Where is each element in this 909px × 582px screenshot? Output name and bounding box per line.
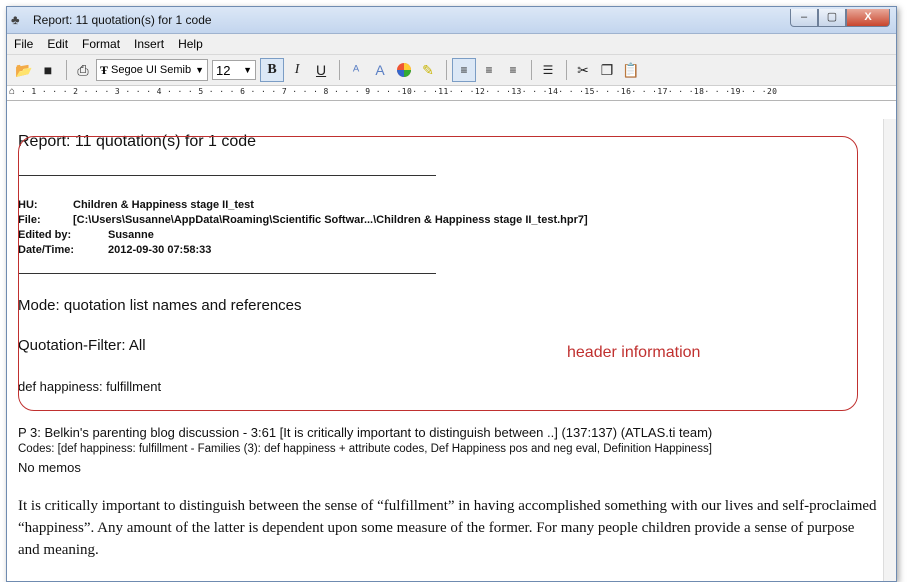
title-bar[interactable]: ♣ Report: 11 quotation(s) for 1 code – ▢… [7, 7, 896, 34]
minimize-button[interactable]: – [790, 9, 818, 27]
hu-line: HU: Children & Happiness stage II_test [18, 199, 254, 211]
menu-bar: File Edit Format Insert Help [7, 34, 896, 55]
edited-line: Edited by: Susanne [18, 229, 154, 241]
atlas-app-icon: ♣ [11, 12, 20, 27]
date-line: Date/Time: 2012-09-30 07:58:33 [18, 244, 211, 256]
toolbar-separator [339, 60, 341, 80]
color-wheel-icon[interactable] [393, 59, 415, 81]
quotation-text: It is critically important to distinguis… [18, 498, 877, 558]
format-toolbar: 📂 ■ ⎙ Ŧ Segoe UI Semib ▼ 12 ▼ B I U ᴬ A … [7, 55, 896, 86]
bold-button[interactable]: B [260, 58, 285, 82]
toolbar-separator [566, 60, 568, 80]
toolbar-separator [66, 60, 67, 80]
truetype-icon: Ŧ [100, 62, 109, 77]
font-size-value: 12 [216, 62, 231, 78]
print-icon[interactable]: ⎙ [72, 59, 94, 81]
code-line: def happiness: fulfillment [18, 379, 162, 394]
grow-font-icon[interactable]: A [369, 59, 391, 81]
menu-insert[interactable]: Insert [127, 37, 171, 51]
file-line: File: [C:\Users\Susanne\AppData\Roaming\S… [18, 214, 588, 226]
quotation-codes: Codes: [def happiness: fulfillment - Fam… [18, 443, 712, 455]
filter-line: Quotation-Filter: All [18, 337, 146, 354]
date-value: 2012-09-30 07:58:33 [108, 244, 212, 256]
mode-line: Mode: quotation list names and reference… [18, 297, 302, 314]
quotation-memos: No memos [18, 460, 81, 475]
menu-help[interactable]: Help [171, 37, 210, 51]
date-label: Date/Time: [18, 244, 75, 256]
cut-icon[interactable]: ✂ [572, 59, 594, 81]
italic-button[interactable]: I [286, 59, 308, 81]
align-left-icon[interactable]: ≡ [452, 58, 477, 82]
header-annotation: header information [567, 344, 701, 361]
hu-value: Children & Happiness stage II_test [73, 199, 254, 211]
chevron-down-icon: ▼ [195, 65, 205, 75]
toolbar-separator [446, 60, 448, 80]
document-area[interactable]: Report: 11 quotation(s) for 1 code HU: Ch… [7, 119, 896, 581]
menu-file[interactable]: File [7, 37, 40, 51]
edited-label: Edited by: [18, 229, 72, 241]
align-right-icon[interactable]: ≡ [502, 59, 524, 81]
shrink-font-icon[interactable]: ᴬ [345, 59, 367, 81]
window-title: Report: 11 quotation(s) for 1 code [33, 13, 212, 27]
font-size-select[interactable]: 12 ▼ [212, 60, 257, 80]
edited-value: Susanne [108, 229, 154, 241]
file-label: File: [18, 214, 41, 226]
file-value: [C:\Users\Susanne\AppData\Roaming\Scient… [73, 214, 588, 226]
ruler[interactable]: ⌂ · 1 · · · 2 · · · 3 · · · 4 · · · 5 · … [7, 86, 896, 101]
font-name-select[interactable]: Ŧ Segoe UI Semib ▼ [96, 59, 209, 81]
divider [18, 273, 436, 274]
ruler-ticks: · 1 · · · 2 · · · 3 · · · 4 · · · 5 · · … [21, 87, 778, 96]
hu-label: HU: [18, 199, 38, 211]
align-center-icon[interactable]: ≡ [478, 59, 500, 81]
maximize-button[interactable]: ▢ [818, 9, 846, 27]
underline-button[interactable]: U [310, 59, 332, 81]
vertical-scrollbar[interactable] [883, 119, 896, 581]
divider [18, 175, 436, 176]
close-button[interactable]: X [846, 9, 890, 27]
menu-edit[interactable]: Edit [40, 37, 75, 51]
copy-icon[interactable]: ❐ [596, 59, 618, 81]
chevron-down-icon: ▼ [243, 65, 253, 75]
quotation-title: P 3: Belkin's parenting blog discussion … [18, 425, 713, 440]
paste-icon[interactable]: 📋 [620, 59, 642, 81]
report-window: ♣ Report: 11 quotation(s) for 1 code – ▢… [6, 6, 897, 582]
report-heading: Report: 11 quotation(s) for 1 code [18, 133, 257, 150]
window-controls: – ▢ X [790, 9, 890, 27]
bullet-list-icon[interactable]: ☰ [537, 59, 559, 81]
highlighter-icon[interactable]: ✎ [417, 59, 439, 81]
font-name-value: Segoe UI Semib [111, 64, 192, 76]
toolbar-separator [531, 60, 533, 80]
open-folder-icon[interactable]: 📂 [13, 59, 35, 81]
save-icon[interactable]: ■ [37, 59, 59, 81]
indent-marker-icon[interactable]: ⌂ [9, 87, 15, 97]
menu-format[interactable]: Format [75, 37, 127, 51]
